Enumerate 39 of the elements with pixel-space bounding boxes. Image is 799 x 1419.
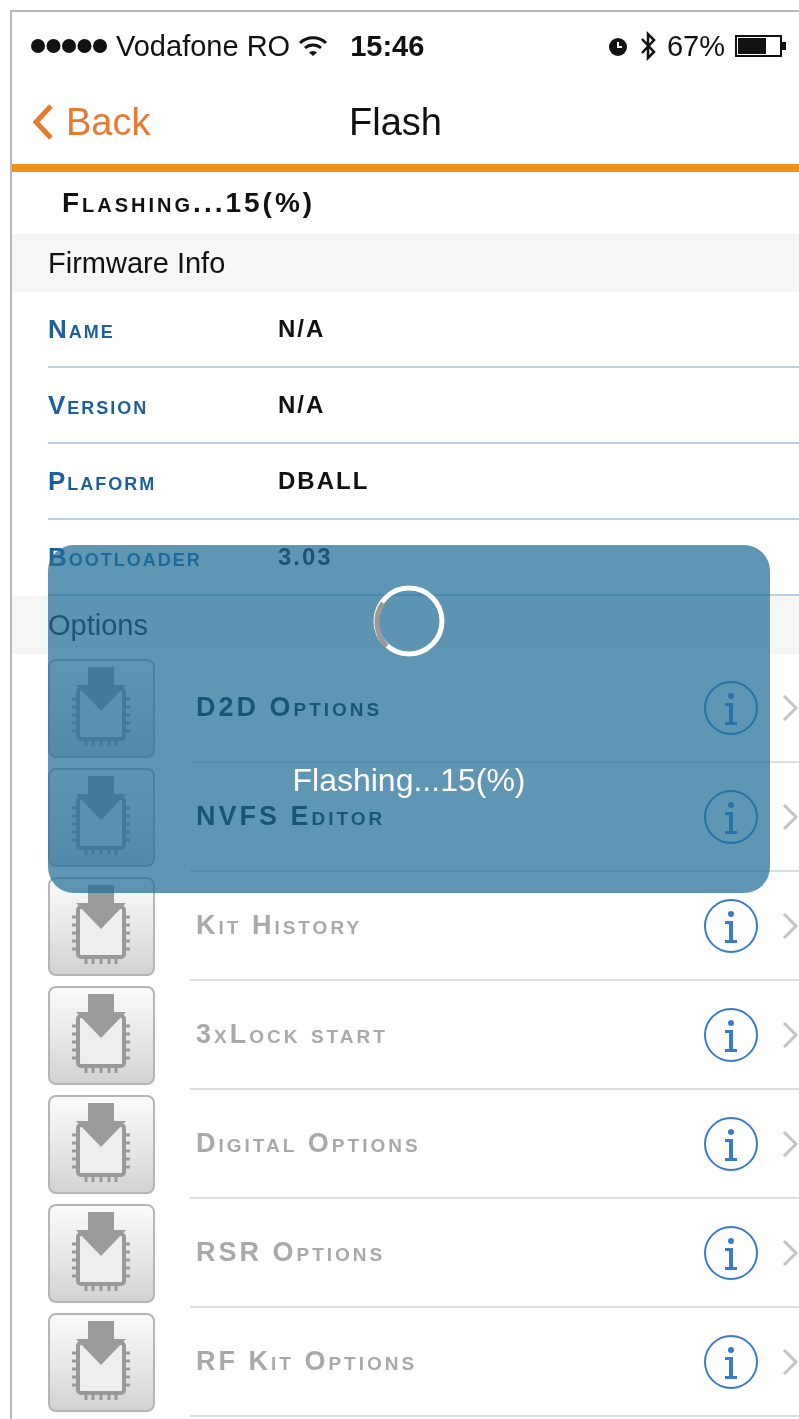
info-icon[interactable] — [703, 1006, 759, 1063]
chip-download-icon — [48, 1094, 155, 1195]
section-header: Options — [48, 608, 148, 642]
info-icon[interactable] — [703, 1224, 759, 1281]
chevron-right-icon — [781, 910, 799, 941]
chevron-right-icon — [781, 1237, 799, 1268]
field-label: Version — [48, 389, 150, 421]
screen-title: Flash — [349, 100, 442, 144]
signal-icon — [30, 38, 108, 54]
progress-message: Flashing...15(%) — [292, 762, 526, 799]
chip-download-icon — [48, 1203, 155, 1304]
chevron-right-icon — [781, 692, 799, 723]
field-label: Plaform — [48, 465, 158, 497]
field-value: N/A — [278, 391, 326, 419]
section-header: Firmware Info — [48, 246, 226, 280]
battery-percentage: 67% — [666, 29, 725, 63]
info-icon[interactable] — [703, 1115, 759, 1172]
chip-download-icon — [48, 1312, 155, 1413]
info-icon[interactable] — [703, 897, 759, 954]
carrier-name: Vodafone RO — [116, 29, 291, 63]
chevron-right-icon — [781, 1128, 799, 1159]
field-value: N/A — [278, 315, 326, 343]
wifi-icon — [298, 35, 329, 57]
status-message: Flashing...15(%) — [61, 186, 316, 220]
chevron-right-icon — [781, 1019, 799, 1050]
battery-icon — [735, 35, 787, 57]
chevron-right-icon — [781, 801, 799, 832]
info-icon[interactable] — [703, 1333, 759, 1390]
field-value: DBALL — [278, 467, 370, 495]
time-text: 15:46 — [350, 29, 425, 63]
field-label: Name — [48, 313, 116, 345]
back-button[interactable]: Back — [12, 100, 151, 144]
field-value: 3.03 — [278, 543, 333, 571]
chip-download-icon — [48, 985, 155, 1086]
chevron-left-icon — [32, 103, 54, 141]
spinner-icon — [371, 583, 447, 659]
chevron-right-icon — [781, 1346, 799, 1377]
alarm-clock-icon — [606, 35, 629, 57]
bluetooth-icon — [638, 31, 657, 61]
